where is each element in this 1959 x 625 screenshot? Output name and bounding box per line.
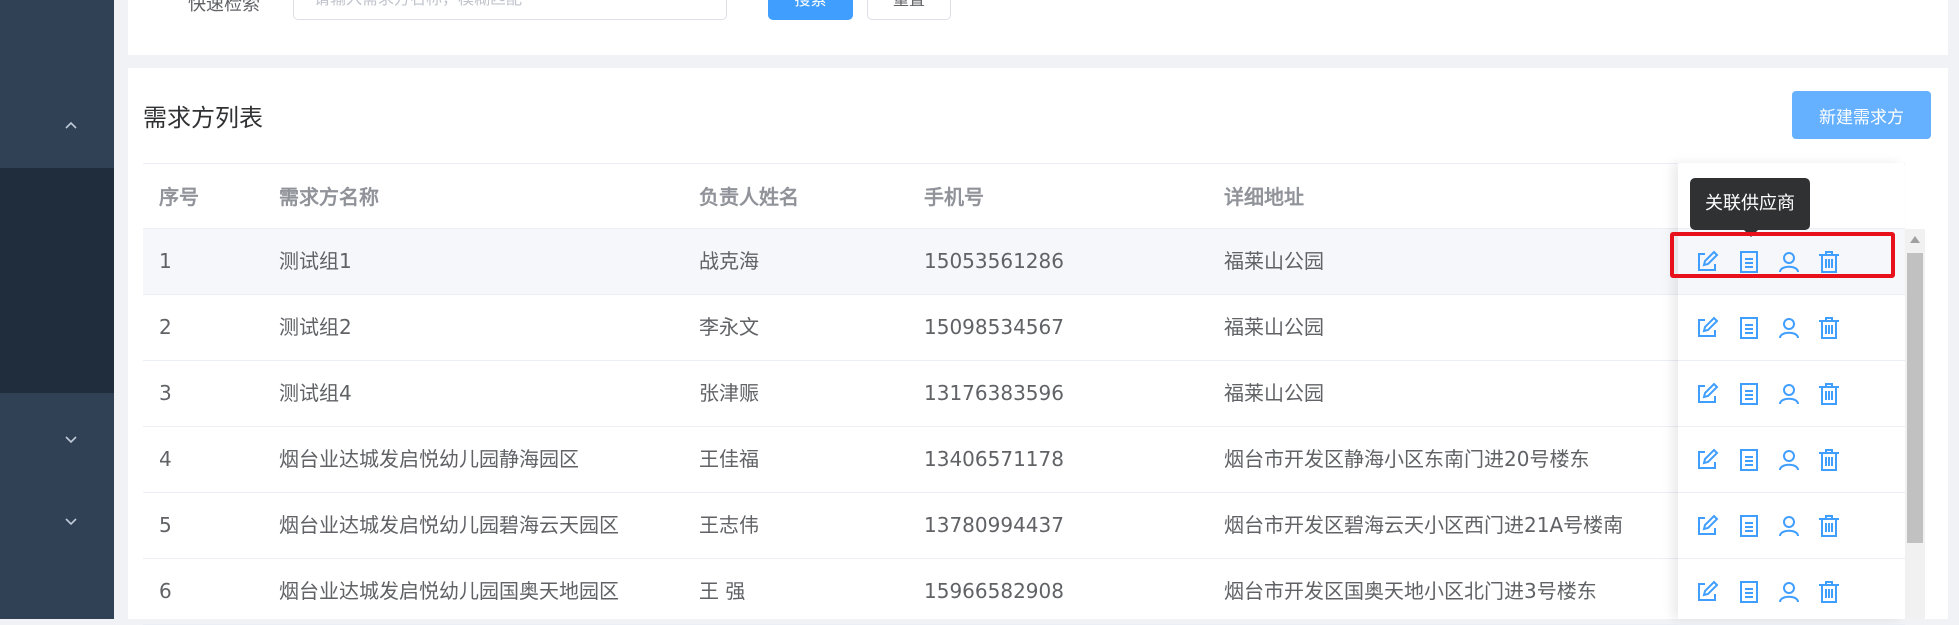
- cell-person: 战克海: [699, 249, 759, 273]
- actions-row: [1678, 493, 1904, 559]
- chevron-up-icon: [64, 118, 78, 132]
- table-header: 序号 需求方名称 负责人姓名 手机号 详细地址: [143, 163, 1905, 229]
- cell-index: 4: [159, 447, 172, 471]
- sidebar-menu-group[interactable]: [0, 0, 114, 168]
- reset-button[interactable]: 重置: [867, 0, 951, 20]
- cell-address: 烟台市开发区国奥天地小区北门进3号楼东: [1224, 579, 1597, 603]
- cell-index: 5: [159, 513, 172, 537]
- actions-row: [1678, 427, 1904, 493]
- table-row[interactable]: 5 烟台业达城发启悦幼儿园碧海云天园区 王志伟 13780994437 烟台市开…: [143, 493, 1905, 559]
- cell-address: 烟台市开发区碧海云天小区西门进21A号楼南: [1224, 513, 1624, 537]
- cell-name: 烟台业达城发启悦幼儿园碧海云天园区: [279, 513, 619, 537]
- actions-row: [1678, 559, 1904, 625]
- column-header[interactable]: 序号: [159, 164, 199, 230]
- cell-address: 福莱山公园: [1224, 315, 1324, 339]
- actions-row: [1678, 361, 1904, 427]
- user-icon[interactable]: [1775, 512, 1803, 540]
- edit-icon[interactable]: [1693, 248, 1721, 276]
- document-icon[interactable]: [1735, 314, 1763, 342]
- cell-phone: 13780994437: [924, 513, 1064, 537]
- cell-name: 测试组2: [279, 315, 352, 339]
- edit-icon[interactable]: [1693, 314, 1721, 342]
- column-header[interactable]: 负责人姓名: [699, 164, 799, 230]
- search-input[interactable]: [293, 0, 727, 20]
- actions-column: [1678, 163, 1904, 625]
- cell-index: 3: [159, 381, 172, 405]
- trash-icon[interactable]: [1815, 446, 1843, 474]
- document-icon[interactable]: [1735, 446, 1763, 474]
- cell-index: 1: [159, 249, 172, 273]
- sidebar-menu-group[interactable]: [0, 393, 114, 619]
- table-row[interactable]: 3 测试组4 张津赈 13176383596 福莱山公园: [143, 361, 1905, 427]
- user-icon[interactable]: [1775, 314, 1803, 342]
- trash-icon[interactable]: [1815, 248, 1843, 276]
- trash-icon[interactable]: [1815, 380, 1843, 408]
- edit-icon[interactable]: [1693, 512, 1721, 540]
- new-demander-button[interactable]: 新建需求方: [1792, 91, 1931, 139]
- edit-icon[interactable]: [1693, 380, 1721, 408]
- column-header[interactable]: 详细地址: [1224, 164, 1304, 230]
- cell-name: 烟台业达城发启悦幼儿园国奥天地园区: [279, 579, 619, 603]
- cell-phone: 13176383596: [924, 381, 1064, 405]
- cell-address: 烟台市开发区静海小区东南门进20号楼东: [1224, 447, 1590, 471]
- scroll-up-arrow-icon[interactable]: [1910, 236, 1920, 243]
- edit-icon[interactable]: [1693, 446, 1721, 474]
- actions-row: [1678, 229, 1904, 295]
- cell-index: 2: [159, 315, 172, 339]
- user-icon[interactable]: [1775, 578, 1803, 606]
- document-icon[interactable]: [1735, 380, 1763, 408]
- cell-index: 6: [159, 579, 172, 603]
- document-icon[interactable]: [1735, 248, 1763, 276]
- cell-person: 王志伟: [699, 513, 759, 537]
- cell-person: 李永文: [699, 315, 759, 339]
- document-icon[interactable]: [1735, 512, 1763, 540]
- page-title: 需求方列表: [143, 104, 263, 132]
- cell-person: 王佳福: [699, 447, 759, 471]
- edit-icon[interactable]: [1693, 578, 1721, 606]
- sidebar: [0, 0, 114, 619]
- cell-name: 烟台业达城发启悦幼儿园静海园区: [279, 447, 579, 471]
- vertical-scrollbar[interactable]: [1905, 229, 1925, 619]
- trash-icon[interactable]: [1815, 314, 1843, 342]
- document-icon[interactable]: [1735, 578, 1763, 606]
- chevron-down-icon: [64, 433, 78, 447]
- chevron-down-icon: [64, 515, 78, 529]
- table-row[interactable]: 1 测试组1 战克海 15053561286 福莱山公园: [143, 229, 1905, 295]
- cell-person: 王 强: [699, 579, 746, 603]
- column-header[interactable]: 手机号: [924, 164, 984, 230]
- cell-phone: 13406571178: [924, 447, 1064, 471]
- table-row[interactable]: 6 烟台业达城发启悦幼儿园国奥天地园区 王 强 15966582908 烟台市开…: [143, 559, 1905, 625]
- trash-icon[interactable]: [1815, 578, 1843, 606]
- user-icon[interactable]: [1775, 380, 1803, 408]
- table-row[interactable]: 4 烟台业达城发启悦幼儿园静海园区 王佳福 13406571178 烟台市开发区…: [143, 427, 1905, 493]
- search-label: 快速检索: [188, 0, 260, 15]
- cell-address: 福莱山公园: [1224, 249, 1324, 273]
- tooltip: 关联供应商: [1690, 178, 1810, 230]
- user-icon[interactable]: [1775, 248, 1803, 276]
- actions-row: [1678, 295, 1904, 361]
- user-icon[interactable]: [1775, 446, 1803, 474]
- cell-name: 测试组4: [279, 381, 352, 405]
- column-header[interactable]: 需求方名称: [279, 164, 379, 230]
- tooltip-arrow: [1744, 230, 1758, 237]
- cell-person: 张津赈: [699, 381, 759, 405]
- sidebar-submenu[interactable]: [0, 168, 114, 393]
- trash-icon[interactable]: [1815, 512, 1843, 540]
- cell-phone: 15053561286: [924, 249, 1064, 273]
- scrollbar-thumb[interactable]: [1907, 253, 1923, 543]
- search-button[interactable]: 搜索: [768, 0, 853, 20]
- cell-phone: 15098534567: [924, 315, 1064, 339]
- table-row[interactable]: 2 测试组2 李永文 15098534567 福莱山公园: [143, 295, 1905, 361]
- cell-name: 测试组1: [279, 249, 352, 273]
- cell-phone: 15966582908: [924, 579, 1064, 603]
- cell-address: 福莱山公园: [1224, 381, 1324, 405]
